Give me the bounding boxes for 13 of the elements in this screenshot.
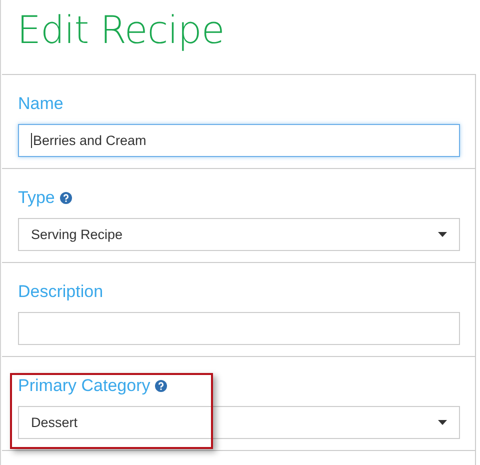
input-field[interactable]: Berries and Cream [18,124,460,157]
input-field[interactable] [18,312,460,345]
select-field[interactable]: Serving Recipe [18,218,460,251]
select-field[interactable]: Dessert [18,406,460,439]
help-icon[interactable] [60,192,72,204]
field-label: Description [18,282,104,302]
page-title: Edit Recipe [16,7,226,54]
field-label: Type [18,188,55,208]
field-label: Primary Category [18,376,150,396]
help-icon[interactable] [155,380,168,392]
caret-icon [438,420,447,425]
caret-icon [438,232,447,237]
field-label: Name [18,94,64,114]
